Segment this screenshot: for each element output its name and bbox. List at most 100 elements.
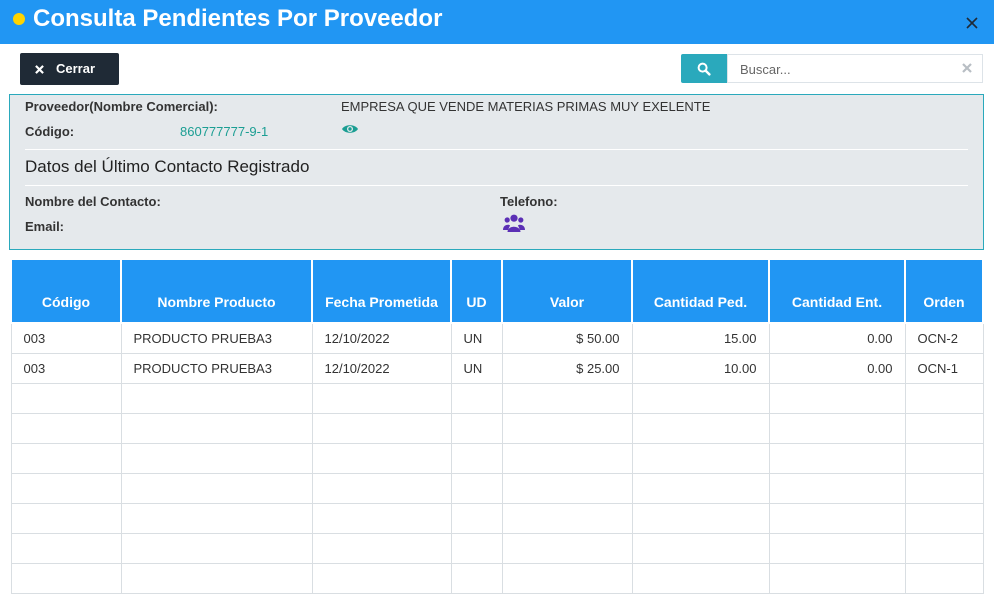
empty-cell bbox=[311, 473, 452, 504]
empty-cell bbox=[501, 533, 633, 564]
eye-icon[interactable] bbox=[341, 123, 359, 135]
empty-cell bbox=[768, 533, 906, 564]
cell-ud: UN bbox=[450, 353, 503, 384]
cell-valor: $ 25.00 bbox=[501, 353, 633, 384]
empty-cell bbox=[904, 563, 984, 594]
search-button[interactable] bbox=[681, 54, 727, 83]
empty-cell bbox=[120, 413, 313, 444]
cell-nombre-producto: PRODUCTO PRUEBA3 bbox=[120, 353, 313, 384]
cell-codigo: 003 bbox=[10, 353, 122, 384]
empty-cell bbox=[631, 563, 770, 594]
empty-row bbox=[10, 473, 984, 504]
empty-cell bbox=[120, 503, 313, 534]
empty-cell bbox=[904, 473, 984, 504]
empty-cell bbox=[120, 383, 313, 414]
empty-cell bbox=[631, 503, 770, 534]
empty-cell bbox=[10, 413, 122, 444]
empty-cell bbox=[768, 473, 906, 504]
empty-row bbox=[10, 443, 984, 474]
empty-cell bbox=[10, 383, 122, 414]
supplier-code-label: Código: bbox=[25, 124, 75, 139]
empty-cell bbox=[501, 413, 633, 444]
search-input[interactable] bbox=[740, 59, 950, 79]
cell-cantidad-ent: 0.00 bbox=[768, 322, 906, 354]
empty-row bbox=[10, 563, 984, 594]
empty-cell bbox=[311, 443, 452, 474]
supplier-code-value: 860777777-9-1 bbox=[180, 124, 269, 139]
header-ud[interactable]: UD bbox=[450, 258, 503, 324]
table-row[interactable]: 003 PRODUCTO PRUEBA3 12/10/2022 UN $ 50.… bbox=[10, 322, 984, 354]
empty-row bbox=[10, 413, 984, 444]
empty-cell bbox=[501, 563, 633, 594]
empty-cell bbox=[904, 413, 984, 444]
empty-cell bbox=[501, 383, 633, 414]
empty-cell bbox=[768, 503, 906, 534]
empty-cell bbox=[10, 503, 122, 534]
empty-cell bbox=[904, 443, 984, 474]
empty-row bbox=[10, 383, 984, 414]
header-cantidad-ped[interactable]: Cantidad Ped. bbox=[631, 258, 770, 324]
cell-cantidad-ped: 10.00 bbox=[631, 353, 770, 384]
empty-cell bbox=[120, 563, 313, 594]
header-nombre-producto[interactable]: Nombre Producto bbox=[120, 258, 313, 324]
pending-orders-table: Código Nombre Producto Fecha Prometida U… bbox=[10, 258, 984, 594]
empty-row bbox=[10, 503, 984, 534]
empty-cell bbox=[311, 533, 452, 564]
status-dot-icon bbox=[13, 13, 25, 25]
users-icon[interactable] bbox=[503, 214, 525, 232]
table-row[interactable]: 003 PRODUCTO PRUEBA3 12/10/2022 UN $ 25.… bbox=[10, 353, 984, 384]
supplier-name-label: Proveedor(Nombre Comercial): bbox=[25, 99, 218, 114]
cell-ud: UN bbox=[450, 322, 503, 354]
header-codigo[interactable]: Código bbox=[10, 258, 122, 324]
cell-nombre-producto: PRODUCTO PRUEBA3 bbox=[120, 322, 313, 354]
header-valor[interactable]: Valor bbox=[501, 258, 633, 324]
empty-cell bbox=[450, 533, 503, 564]
empty-cell bbox=[120, 443, 313, 474]
empty-cell bbox=[10, 473, 122, 504]
divider bbox=[25, 149, 968, 150]
cell-cantidad-ped: 15.00 bbox=[631, 322, 770, 354]
empty-cell bbox=[501, 503, 633, 534]
empty-cell bbox=[450, 443, 503, 474]
contact-phone-label: Telefono: bbox=[500, 194, 558, 209]
close-button-label: Cerrar bbox=[56, 61, 96, 76]
cell-codigo: 003 bbox=[10, 322, 122, 354]
empty-cell bbox=[768, 413, 906, 444]
empty-cell bbox=[768, 383, 906, 414]
empty-cell bbox=[311, 413, 452, 444]
cell-valor: $ 50.00 bbox=[501, 322, 633, 354]
divider bbox=[25, 185, 968, 186]
empty-cell bbox=[450, 563, 503, 594]
empty-cell bbox=[904, 533, 984, 564]
supplier-info-panel: Proveedor(Nombre Comercial): EMPRESA QUE… bbox=[9, 94, 984, 250]
empty-cell bbox=[631, 413, 770, 444]
header-cantidad-ent[interactable]: Cantidad Ent. bbox=[768, 258, 906, 324]
cell-orden: OCN-2 bbox=[904, 322, 984, 354]
table-header-row: Código Nombre Producto Fecha Prometida U… bbox=[10, 258, 984, 324]
header-fecha-prometida[interactable]: Fecha Prometida bbox=[311, 258, 452, 324]
empty-cell bbox=[631, 443, 770, 474]
empty-cell bbox=[768, 443, 906, 474]
empty-cell bbox=[10, 563, 122, 594]
close-button[interactable]: Cerrar bbox=[20, 53, 119, 85]
empty-row bbox=[10, 533, 984, 564]
search-field bbox=[727, 54, 983, 83]
close-icon bbox=[35, 65, 44, 74]
header-orden[interactable]: Orden bbox=[904, 258, 984, 324]
cell-fecha-prometida: 12/10/2022 bbox=[311, 353, 452, 384]
empty-cell bbox=[631, 473, 770, 504]
empty-cell bbox=[311, 383, 452, 414]
empty-cell bbox=[450, 473, 503, 504]
empty-cell bbox=[120, 473, 313, 504]
empty-cell bbox=[311, 503, 452, 534]
supplier-name-value: EMPRESA QUE VENDE MATERIAS PRIMAS MUY EX… bbox=[341, 99, 711, 114]
empty-cell bbox=[904, 503, 984, 534]
empty-cell bbox=[768, 563, 906, 594]
close-icon[interactable] bbox=[962, 12, 982, 32]
empty-cell bbox=[311, 563, 452, 594]
empty-cell bbox=[10, 533, 122, 564]
empty-cell bbox=[631, 533, 770, 564]
clear-search-icon[interactable] bbox=[962, 63, 972, 73]
empty-cell bbox=[631, 383, 770, 414]
empty-cell bbox=[450, 503, 503, 534]
